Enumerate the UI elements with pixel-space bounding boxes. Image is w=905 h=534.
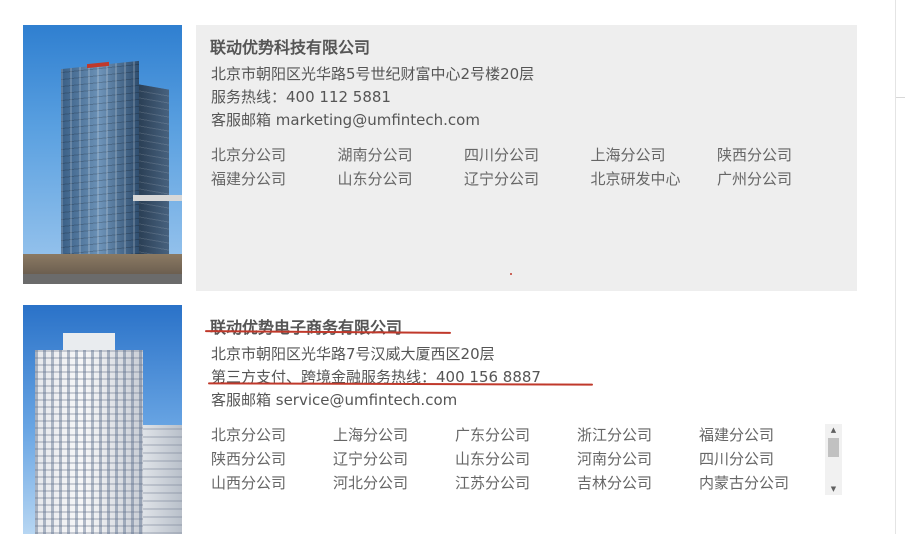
branch-link[interactable]: 福建分公司 — [699, 423, 821, 447]
branch-row: 陕西分公司 辽宁分公司 山东分公司 河南分公司 四川分公司 — [211, 447, 821, 471]
branch-row: 山西分公司 河北分公司 江苏分公司 吉林分公司 内蒙古分公司 — [211, 471, 821, 495]
company-2-name: 联动优势电子商务有限公司 — [210, 318, 403, 337]
branch-link[interactable]: 上海分公司 — [591, 143, 718, 167]
road — [23, 274, 182, 284]
company-1-photo — [23, 25, 182, 284]
branch-link[interactable]: 广东分公司 — [455, 423, 577, 447]
branch-link[interactable]: 福建分公司 — [211, 167, 338, 191]
company-1-name: 联动优势科技有限公司 — [210, 38, 371, 57]
branch-link[interactable]: 北京分公司 — [211, 423, 333, 447]
scroll-up-arrow-icon[interactable]: ▲ — [825, 424, 842, 436]
company-2-address: 北京市朝阳区光华路7号汉威大厦西区20层 — [211, 345, 495, 363]
branch-link[interactable]: 陕西分公司 — [211, 447, 333, 471]
branch-link[interactable]: 浙江分公司 — [577, 423, 699, 447]
branch-link[interactable]: 山东分公司 — [455, 447, 577, 471]
branch-link[interactable]: 内蒙古分公司 — [699, 471, 821, 495]
branch-row: 福建分公司 山东分公司 辽宁分公司 北京研发中心 广州分公司 — [211, 167, 844, 191]
branch-link[interactable]: 陕西分公司 — [717, 143, 844, 167]
branch-link[interactable]: 北京研发中心 — [591, 167, 718, 191]
scroll-thumb[interactable] — [828, 438, 839, 457]
branch-link[interactable]: 北京分公司 — [211, 143, 338, 167]
company-1-email: 客服邮箱 marketing@umfintech.com — [211, 111, 480, 129]
scroll-down-arrow-icon[interactable]: ▼ — [825, 483, 842, 495]
page-right-tick — [896, 97, 905, 98]
hanwei-building — [35, 350, 143, 534]
company-1-hotline: 服务热线：400 112 5881 — [211, 88, 391, 106]
office-tower-side — [139, 84, 169, 272]
branch-link[interactable]: 河南分公司 — [577, 447, 699, 471]
branch-link[interactable]: 河北分公司 — [333, 471, 455, 495]
company-2-email: 客服邮箱 service@umfintech.com — [211, 391, 458, 409]
branch-link[interactable]: 山西分公司 — [211, 471, 333, 495]
branch-link[interactable]: 四川分公司 — [699, 447, 821, 471]
branch-list-scrollbar[interactable]: ▲ ▼ — [825, 424, 842, 495]
branch-link[interactable]: 四川分公司 — [464, 143, 591, 167]
branch-link[interactable]: 吉林分公司 — [577, 471, 699, 495]
annotation-dot — [510, 273, 512, 275]
branch-row: 北京分公司 湖南分公司 四川分公司 上海分公司 陕西分公司 — [211, 143, 844, 167]
branch-link[interactable]: 湖南分公司 — [338, 143, 465, 167]
branch-link[interactable]: 江苏分公司 — [455, 471, 577, 495]
canopy — [133, 195, 182, 201]
company-2-photo — [23, 305, 182, 534]
branch-link[interactable]: 广州分公司 — [717, 167, 844, 191]
branch-link[interactable]: 上海分公司 — [333, 423, 455, 447]
branch-row: 北京分公司 上海分公司 广东分公司 浙江分公司 福建分公司 — [211, 423, 821, 447]
page-right-border — [895, 0, 896, 534]
company-1-branch-list: 北京分公司 湖南分公司 四川分公司 上海分公司 陕西分公司 福建分公司 山东分公… — [211, 143, 844, 191]
company-1-address: 北京市朝阳区光华路5号世纪财富中心2号楼20层 — [211, 65, 535, 83]
branch-link[interactable]: 山东分公司 — [338, 167, 465, 191]
branch-link[interactable]: 辽宁分公司 — [333, 447, 455, 471]
building-annex — [143, 425, 182, 534]
branch-link[interactable]: 辽宁分公司 — [464, 167, 591, 191]
company-2-branch-list: 北京分公司 上海分公司 广东分公司 浙江分公司 福建分公司 陕西分公司 辽宁分公… — [211, 423, 821, 495]
office-tower — [61, 60, 139, 270]
